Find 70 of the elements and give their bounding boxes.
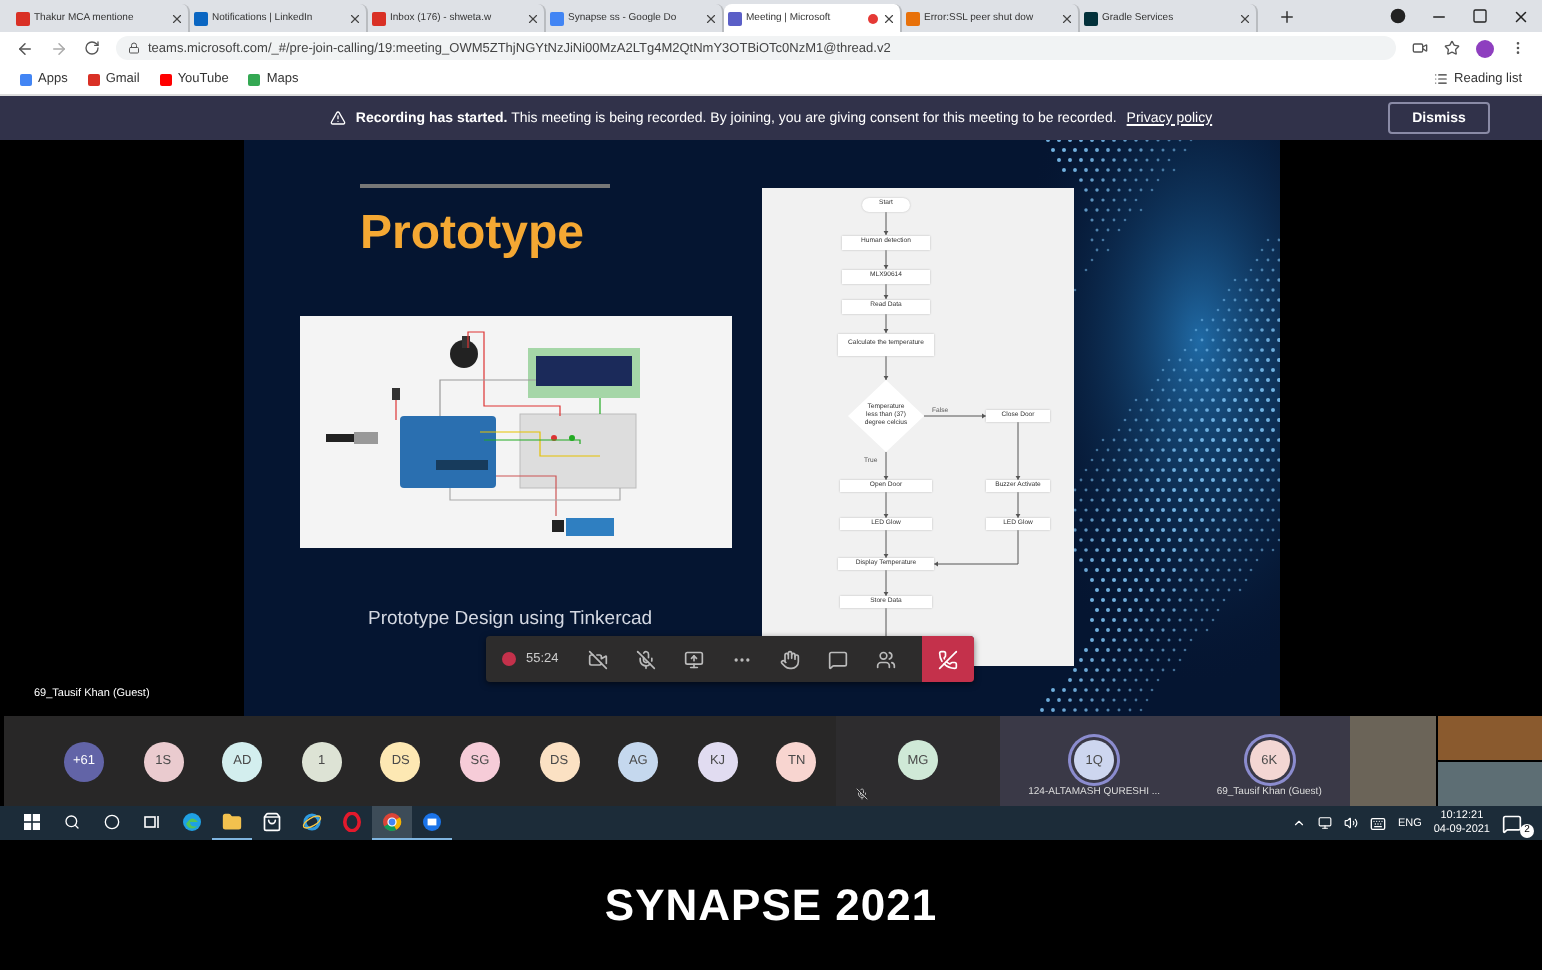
maximize-icon[interactable]	[1472, 8, 1488, 24]
flow-arrow	[883, 569, 889, 597]
flow-arrow	[923, 413, 987, 419]
browser-icon	[302, 812, 322, 832]
close-icon[interactable]	[1238, 11, 1252, 25]
flow-arrow	[1015, 491, 1021, 519]
star-icon[interactable]	[1444, 40, 1460, 56]
close-icon[interactable]	[348, 11, 362, 25]
favicon-icon	[728, 11, 742, 25]
flow-arrow	[883, 529, 889, 559]
network-icon[interactable]	[1317, 816, 1332, 830]
slide-title: Prototype	[360, 206, 587, 262]
favicon-icon	[372, 11, 386, 25]
bookmark-icon	[20, 73, 32, 85]
reload-icon[interactable]	[84, 40, 100, 56]
warning-icon	[329, 110, 346, 126]
browser-icon	[342, 812, 362, 832]
flow-arrow	[883, 491, 889, 519]
volume-icon[interactable]	[1343, 816, 1358, 830]
share-screen-icon	[684, 649, 705, 669]
close-icon[interactable]	[1512, 7, 1530, 25]
flow-arrow	[883, 248, 889, 270]
back-icon[interactable]	[16, 39, 34, 57]
close-icon[interactable]	[526, 11, 540, 25]
camera-off-icon	[588, 649, 609, 669]
favicon-icon	[194, 11, 208, 25]
task-view-icon	[143, 814, 161, 830]
close-icon[interactable]	[704, 11, 718, 25]
event-caption: SYNAPSE 2021	[604, 879, 938, 931]
app-icon	[422, 812, 442, 832]
chevron-up-icon[interactable]	[1291, 816, 1306, 830]
hand-icon	[780, 649, 801, 669]
hang-up-button[interactable]	[922, 636, 974, 682]
list-icon	[1434, 72, 1449, 86]
shopping-bag-icon	[262, 812, 282, 832]
phone-icon	[938, 649, 958, 669]
favicon-icon	[1084, 11, 1098, 25]
flow-arrow	[883, 451, 889, 481]
people-icon	[876, 649, 897, 669]
close-icon[interactable]	[1060, 11, 1074, 25]
search-icon	[64, 814, 80, 830]
camera-icon[interactable]	[1412, 40, 1428, 56]
bookmark-icon	[87, 73, 100, 85]
flow-arrow	[1015, 421, 1021, 481]
notification-icon	[1502, 813, 1522, 833]
circle-icon	[104, 814, 120, 830]
close-icon[interactable]	[882, 11, 896, 25]
flow-arrow	[933, 529, 1019, 567]
bookmark-icon	[248, 73, 261, 85]
flow-arrow	[883, 312, 889, 334]
new-tab-icon[interactable]	[1278, 8, 1296, 26]
folder-icon	[222, 812, 242, 832]
flow-arrow	[883, 210, 889, 236]
flow-arrow	[883, 354, 889, 381]
favicon-icon	[906, 11, 920, 25]
mic-off-icon	[636, 649, 657, 669]
browser-icon	[182, 812, 202, 832]
keyboard-icon[interactable]	[1369, 815, 1386, 831]
chrome-icon	[382, 812, 402, 832]
favicon-icon	[550, 11, 564, 25]
profile-avatar[interactable]	[1476, 39, 1494, 57]
record-icon[interactable]	[1390, 8, 1406, 24]
chat-icon	[828, 649, 849, 669]
favicon-icon	[16, 11, 30, 25]
lock-icon	[128, 42, 140, 54]
flow-arrow	[883, 282, 889, 300]
windows-logo-icon	[24, 814, 40, 830]
bookmark-icon	[159, 73, 172, 85]
close-icon[interactable]	[170, 11, 184, 25]
slide-caption: Prototype Design using Tinkercad	[368, 608, 655, 630]
